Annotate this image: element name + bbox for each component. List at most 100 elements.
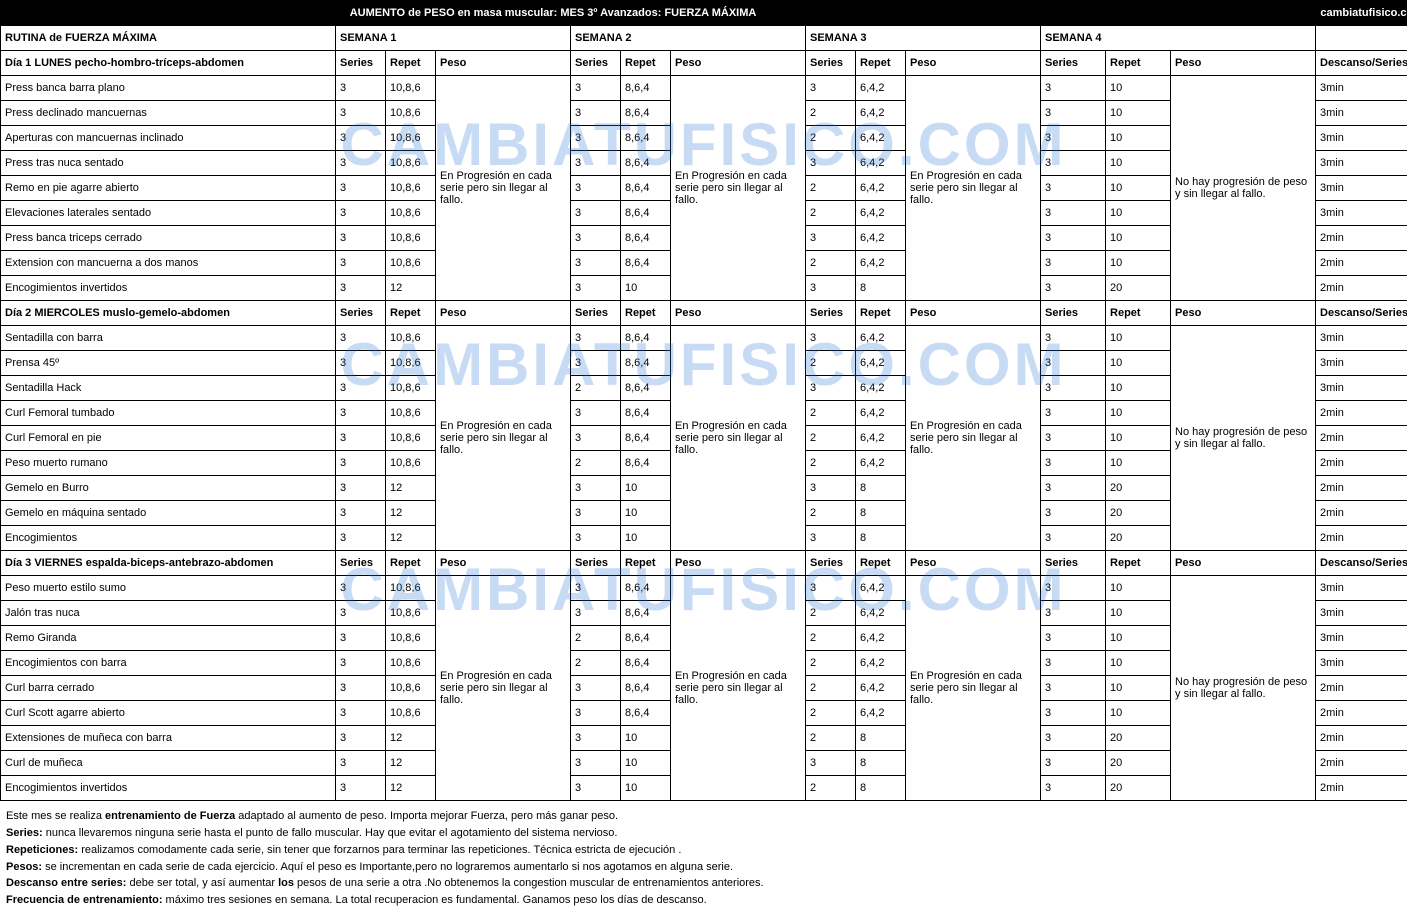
series-value: 2 — [806, 426, 856, 451]
repet-value: 6,4,2 — [856, 626, 906, 651]
series-value: 2 — [806, 626, 856, 651]
series-value: 3 — [571, 776, 621, 801]
repet-value: 12 — [386, 776, 436, 801]
series-value: 3 — [571, 526, 621, 551]
exercise-name: Encogimientos con barra — [1, 651, 336, 676]
descanso-value: 2min — [1316, 726, 1407, 751]
exercise-name: Peso muerto rumano — [1, 451, 336, 476]
repet-value: 10,8,6 — [386, 576, 436, 601]
series-value: 3 — [571, 676, 621, 701]
series-value: 3 — [1041, 276, 1106, 301]
series-value: 3 — [1041, 151, 1106, 176]
exercise-name: Encogimientos invertidos — [1, 276, 336, 301]
repet-value: 10 — [621, 501, 671, 526]
repet-value: 20 — [1106, 726, 1171, 751]
col-repet: Repet — [621, 551, 671, 576]
series-value: 2 — [806, 101, 856, 126]
series-value: 3 — [336, 376, 386, 401]
descanso-value: 2min — [1316, 251, 1407, 276]
repet-value: 20 — [1106, 476, 1171, 501]
repet-value: 6,4,2 — [856, 251, 906, 276]
col-repet: Repet — [621, 51, 671, 76]
repet-value: 12 — [386, 476, 436, 501]
series-value: 3 — [571, 701, 621, 726]
repet-value: 10,8,6 — [386, 126, 436, 151]
series-value: 2 — [571, 626, 621, 651]
series-value: 3 — [336, 176, 386, 201]
series-value: 3 — [571, 726, 621, 751]
repet-value: 12 — [386, 751, 436, 776]
col-series: Series — [571, 551, 621, 576]
series-value: 3 — [1041, 776, 1106, 801]
series-value: 2 — [806, 351, 856, 376]
col-series: Series — [806, 51, 856, 76]
col-repet: Repet — [386, 551, 436, 576]
col-repet: Repet — [386, 301, 436, 326]
peso-note-week2: En Progresión en cada serie pero sin lle… — [671, 76, 806, 301]
col-series: Series — [1041, 551, 1106, 576]
repet-value: 10,8,6 — [386, 76, 436, 101]
exercise-name: Gemelo en máquina sentado — [1, 501, 336, 526]
descanso-value: 2min — [1316, 526, 1407, 551]
repet-value: 12 — [386, 526, 436, 551]
repet-value: 10 — [1106, 176, 1171, 201]
week-header-3: SEMANA 3 — [806, 26, 1041, 51]
repet-value: 10 — [621, 476, 671, 501]
routine-table: AUMENTO de PESO en masa muscular: MES 3º… — [0, 0, 1407, 801]
repet-value: 10 — [1106, 326, 1171, 351]
series-value: 3 — [1041, 701, 1106, 726]
series-value: 3 — [336, 701, 386, 726]
repet-value: 8,6,4 — [621, 601, 671, 626]
series-value: 3 — [571, 201, 621, 226]
exercise-name: Press banca barra plano — [1, 76, 336, 101]
repet-value: 10,8,6 — [386, 176, 436, 201]
series-value: 3 — [336, 501, 386, 526]
col-peso: Peso — [906, 51, 1041, 76]
series-value: 3 — [336, 776, 386, 801]
repet-value: 6,4,2 — [856, 76, 906, 101]
col-peso: Peso — [436, 551, 571, 576]
repet-value: 8 — [856, 776, 906, 801]
repet-value: 8,6,4 — [621, 176, 671, 201]
col-series: Series — [571, 51, 621, 76]
repet-value: 10 — [1106, 251, 1171, 276]
col-series: Series — [1041, 301, 1106, 326]
repet-value: 20 — [1106, 501, 1171, 526]
repet-value: 8 — [856, 476, 906, 501]
repet-value: 6,4,2 — [856, 201, 906, 226]
descanso-value: 3min — [1316, 576, 1407, 601]
repet-value: 6,4,2 — [856, 151, 906, 176]
exercise-name: Press banca triceps cerrado — [1, 226, 336, 251]
exercise-name: Remo Giranda — [1, 626, 336, 651]
series-value: 3 — [806, 476, 856, 501]
descanso-value: 3min — [1316, 151, 1407, 176]
peso-note-week3: En Progresión en cada serie pero sin lle… — [906, 326, 1041, 551]
series-value: 3 — [1041, 376, 1106, 401]
series-value: 3 — [336, 251, 386, 276]
exercise-name: Sentadilla con barra — [1, 326, 336, 351]
repet-value: 8,6,4 — [621, 151, 671, 176]
peso-note-week4: No hay progresión de peso y sin llegar a… — [1171, 76, 1316, 301]
series-value: 3 — [571, 401, 621, 426]
repet-value: 10,8,6 — [386, 601, 436, 626]
series-value: 3 — [571, 126, 621, 151]
day-title: Día 3 VIERNES espalda-biceps-antebrazo-a… — [1, 551, 336, 576]
series-value: 3 — [806, 151, 856, 176]
repet-value: 8,6,4 — [621, 126, 671, 151]
col-peso: Peso — [671, 51, 806, 76]
repet-value: 8,6,4 — [621, 401, 671, 426]
repet-value: 10 — [621, 526, 671, 551]
descanso-value: 3min — [1316, 376, 1407, 401]
repet-value: 10 — [1106, 651, 1171, 676]
repet-value: 6,4,2 — [856, 226, 906, 251]
descanso-value: 2min — [1316, 776, 1407, 801]
descanso-value: 3min — [1316, 601, 1407, 626]
series-value: 3 — [1041, 426, 1106, 451]
routine-name: RUTINA de FUERZA MÁXIMA — [1, 26, 336, 51]
note-line: Pesos: se incrementan en cada serie de c… — [6, 860, 1401, 875]
series-value: 3 — [571, 351, 621, 376]
series-value: 3 — [571, 151, 621, 176]
col-repet: Repet — [621, 301, 671, 326]
peso-note-week1: En Progresión en cada serie pero sin lle… — [436, 326, 571, 551]
repet-value: 10 — [1106, 701, 1171, 726]
